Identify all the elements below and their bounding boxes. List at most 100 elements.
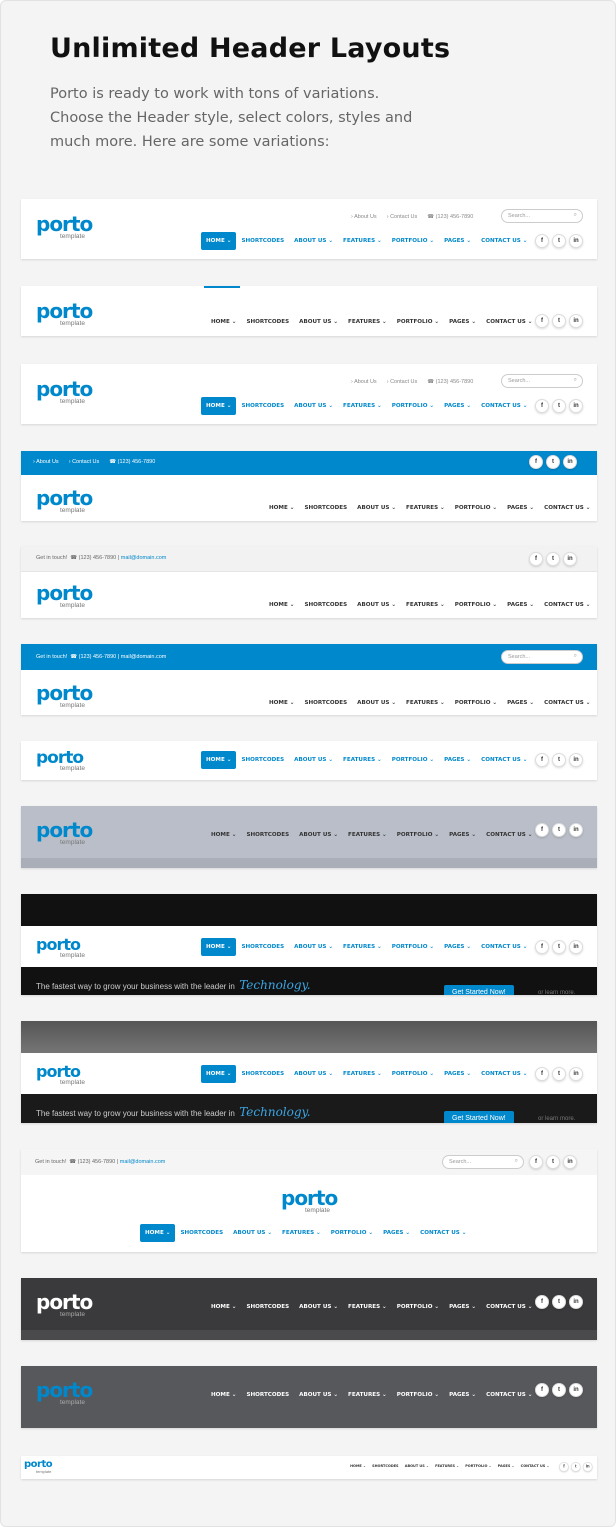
nav-about[interactable]: ABOUT US ⌄ <box>352 694 401 712</box>
nav-pages[interactable]: PAGES ⌄ <box>444 1386 481 1404</box>
nav-features[interactable]: FEATURES ⌄ <box>401 596 450 614</box>
nav-shortcodes[interactable]: SHORTCODES <box>299 596 352 614</box>
twitter-icon[interactable]: t <box>552 823 566 837</box>
nav-home[interactable]: HOME ⌄ <box>206 826 241 844</box>
logo[interactable]: porto template <box>281 1188 338 1215</box>
top-link-about[interactable]: › About Us <box>351 379 377 385</box>
nav-home[interactable]: HOME ⌄ <box>206 1386 241 1404</box>
twitter-icon[interactable]: t <box>552 399 566 413</box>
facebook-icon[interactable]: f <box>529 1155 543 1169</box>
twitter-icon[interactable]: t <box>552 753 566 767</box>
logo[interactable]: porto template <box>36 1292 93 1319</box>
linkedin-icon[interactable]: in <box>569 314 583 328</box>
logo[interactable]: porto template <box>36 583 93 610</box>
mail-link[interactable]: mail@domain.com <box>121 654 167 660</box>
nav-about[interactable]: ABOUT US ⌄ <box>289 1065 338 1083</box>
nav-contact[interactable]: CONTACT US ⌄ <box>415 1224 471 1242</box>
nav-features[interactable]: FEATURES ⌄ <box>343 826 392 844</box>
nav-pages[interactable]: PAGES ⌄ <box>502 596 539 614</box>
nav-contact[interactable]: CONTACT US ⌄ <box>476 1065 532 1083</box>
facebook-icon[interactable]: f <box>535 234 549 248</box>
facebook-icon[interactable]: f <box>535 1067 549 1081</box>
nav-about[interactable]: ABOUT US ⌄ <box>289 232 338 250</box>
nav-home[interactable]: HOME ⌄ <box>264 694 299 712</box>
nav-portfolio[interactable]: PORTFOLIO ⌄ <box>462 1461 494 1472</box>
facebook-icon[interactable]: f <box>535 940 549 954</box>
search-input[interactable]: Search... ⌕ <box>442 1155 524 1169</box>
nav-shortcodes[interactable]: SHORTCODES <box>299 694 352 712</box>
nav-features[interactable]: FEATURES ⌄ <box>401 499 450 517</box>
nav-shortcodes[interactable]: SHORTCODES <box>236 397 289 415</box>
linkedin-icon[interactable]: in <box>569 1067 583 1081</box>
nav-pages[interactable]: PAGES ⌄ <box>439 938 476 956</box>
nav-portfolio[interactable]: PORTFOLIO ⌄ <box>450 694 502 712</box>
facebook-icon[interactable]: f <box>535 314 549 328</box>
nav-contact[interactable]: CONTACT US ⌄ <box>539 499 595 517</box>
nav-shortcodes[interactable]: SHORTCODES <box>241 826 294 844</box>
nav-portfolio[interactable]: PORTFOLIO ⌄ <box>450 499 502 517</box>
nav-shortcodes[interactable]: SHORTCODES <box>299 499 352 517</box>
nav-shortcodes[interactable]: SHORTCODES <box>236 232 289 250</box>
facebook-icon[interactable]: f <box>535 1383 549 1397</box>
learn-more-link[interactable]: or learn more. <box>538 990 575 995</box>
nav-about[interactable]: ABOUT US ⌄ <box>294 313 343 331</box>
nav-pages[interactable]: PAGES ⌄ <box>439 232 476 250</box>
nav-contact[interactable]: CONTACT US ⌄ <box>476 397 532 415</box>
nav-contact[interactable]: CONTACT US ⌄ <box>539 596 595 614</box>
nav-about[interactable]: ABOUT US ⌄ <box>289 751 338 769</box>
nav-pages[interactable]: PAGES ⌄ <box>444 826 481 844</box>
nav-features[interactable]: FEATURES ⌄ <box>343 1386 392 1404</box>
nav-contact[interactable]: CONTACT US ⌄ <box>518 1461 553 1472</box>
nav-home[interactable]: HOME ⌄ <box>347 1461 369 1472</box>
nav-pages[interactable]: PAGES ⌄ <box>439 1065 476 1083</box>
top-link-about[interactable]: › About Us <box>351 214 377 220</box>
logo[interactable]: porto template <box>36 301 93 328</box>
nav-shortcodes[interactable]: SHORTCODES <box>236 938 289 956</box>
linkedin-icon[interactable]: in <box>569 1295 583 1309</box>
logo[interactable]: porto template <box>36 683 93 710</box>
get-started-button[interactable]: Get Started Now! <box>444 985 514 995</box>
linkedin-icon[interactable]: in <box>569 234 583 248</box>
nav-portfolio[interactable]: PORTFOLIO ⌄ <box>392 1298 444 1316</box>
nav-pages[interactable]: PAGES ⌄ <box>502 694 539 712</box>
get-started-button[interactable]: Get Started Now! <box>444 1111 514 1123</box>
top-link-contact[interactable]: › Contact Us <box>69 459 100 465</box>
nav-shortcodes[interactable]: SHORTCODES <box>241 313 294 331</box>
facebook-icon[interactable]: f <box>529 455 543 469</box>
nav-home[interactable]: HOME ⌄ <box>206 1298 241 1316</box>
nav-home[interactable]: HOME ⌄ <box>206 313 241 331</box>
nav-portfolio[interactable]: PORTFOLIO ⌄ <box>392 313 444 331</box>
logo[interactable]: porto template <box>36 1064 85 1087</box>
learn-more-link[interactable]: or learn more. <box>538 1116 575 1122</box>
nav-contact[interactable]: CONTACT US ⌄ <box>481 1298 537 1316</box>
nav-pages[interactable]: PAGES ⌄ <box>439 751 476 769</box>
linkedin-icon[interactable]: in <box>582 1462 593 1472</box>
nav-portfolio[interactable]: PORTFOLIO ⌄ <box>387 938 439 956</box>
nav-home[interactable]: HOME ⌄ <box>140 1224 176 1242</box>
nav-contact[interactable]: CONTACT US ⌄ <box>481 313 537 331</box>
nav-portfolio[interactable]: PORTFOLIO ⌄ <box>392 826 444 844</box>
twitter-icon[interactable]: t <box>546 455 560 469</box>
nav-features[interactable]: FEATURES ⌄ <box>338 232 387 250</box>
search-input[interactable]: Search... ⌕ <box>501 209 583 223</box>
nav-home[interactable]: HOME ⌄ <box>264 596 299 614</box>
linkedin-icon[interactable]: in <box>569 940 583 954</box>
linkedin-icon[interactable]: in <box>563 1155 577 1169</box>
nav-shortcodes[interactable]: SHORTCODES <box>236 1065 289 1083</box>
nav-portfolio[interactable]: PORTFOLIO ⌄ <box>387 232 439 250</box>
logo[interactable]: porto template <box>36 937 85 960</box>
linkedin-icon[interactable]: in <box>569 823 583 837</box>
nav-shortcodes[interactable]: SHORTCODES <box>241 1298 294 1316</box>
top-link-contact[interactable]: › Contact Us <box>387 379 418 385</box>
twitter-icon[interactable]: t <box>552 234 566 248</box>
nav-about[interactable]: ABOUT US ⌄ <box>294 1298 343 1316</box>
facebook-icon[interactable]: f <box>529 552 543 566</box>
search-input[interactable]: Search... ⌕ <box>501 374 583 388</box>
nav-portfolio[interactable]: PORTFOLIO ⌄ <box>387 751 439 769</box>
logo[interactable]: porto template <box>36 820 93 847</box>
nav-features[interactable]: FEATURES ⌄ <box>338 1065 387 1083</box>
twitter-icon[interactable]: t <box>552 940 566 954</box>
linkedin-icon[interactable]: in <box>563 552 577 566</box>
nav-about[interactable]: ABOUT US ⌄ <box>228 1224 277 1242</box>
nav-shortcodes[interactable]: SHORTCODES <box>369 1461 402 1472</box>
